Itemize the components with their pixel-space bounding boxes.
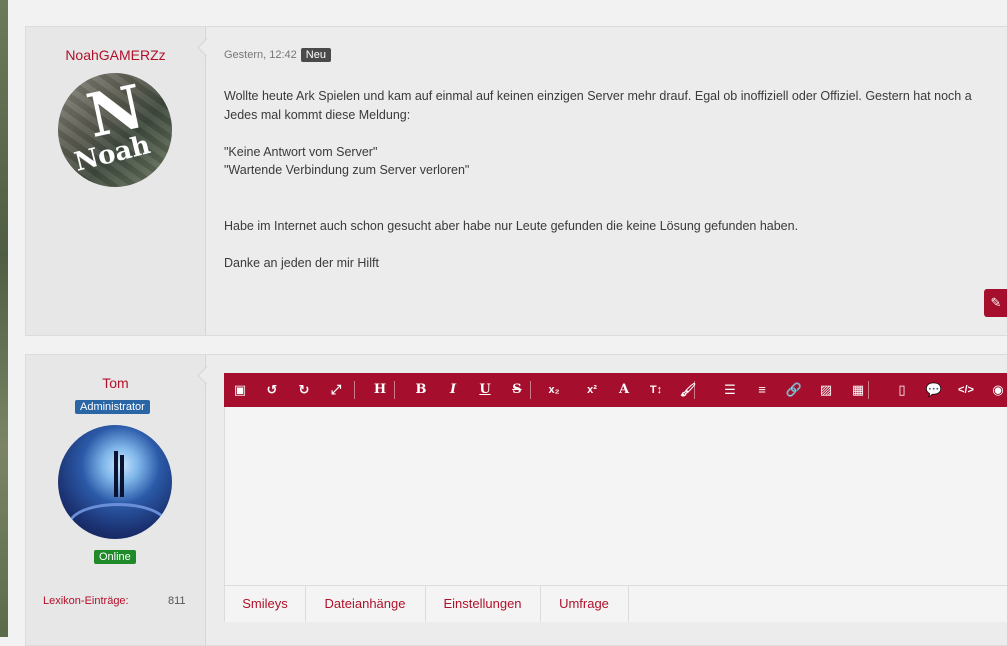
code-icon[interactable]: </> bbox=[952, 373, 980, 407]
post-time[interactable]: Gestern, 12:42 bbox=[224, 49, 297, 61]
toolbar-separator bbox=[354, 381, 355, 399]
align-icon[interactable]: ≡ bbox=[748, 373, 776, 407]
message-line bbox=[224, 235, 1007, 254]
message-line bbox=[224, 198, 1007, 217]
image-icon[interactable]: ▨ bbox=[812, 373, 840, 407]
stat-label: Lexikon-Einträge: bbox=[43, 595, 129, 607]
role-badge: Administrator bbox=[75, 400, 150, 414]
spoiler-icon[interactable]: ◉ bbox=[984, 373, 1007, 407]
tab-dateianhnge[interactable]: Dateianhänge bbox=[305, 586, 426, 622]
heading-icon[interactable]: H bbox=[366, 373, 394, 407]
message-line: "Wartende Verbindung zum Server verloren… bbox=[224, 163, 470, 177]
message-line bbox=[224, 180, 1007, 199]
post-sidebar: Tom Administrator Online Lexikon-Einträg… bbox=[26, 355, 206, 645]
italic-icon[interactable]: I bbox=[439, 373, 467, 407]
superscript-icon[interactable]: x² bbox=[578, 373, 606, 407]
tab-einstellungen[interactable]: Einstellungen bbox=[425, 586, 541, 622]
strikethrough-icon[interactable]: S bbox=[503, 373, 531, 407]
author-avatar[interactable]: N Noah bbox=[58, 73, 172, 187]
author-username[interactable]: Tom bbox=[26, 375, 205, 391]
message-line: Danke an jeden der mir Hilft bbox=[224, 255, 379, 270]
fullscreen-icon[interactable]: ⤢ bbox=[322, 373, 350, 407]
source-icon[interactable]: ▣ bbox=[226, 373, 254, 407]
redo-icon[interactable]: ↻ bbox=[290, 373, 318, 407]
bold-icon[interactable]: B bbox=[407, 373, 435, 407]
post-sidebar: NoahGAMERZz N Noah bbox=[26, 27, 206, 335]
editor-textarea[interactable] bbox=[224, 407, 1007, 586]
brush-icon[interactable]: 🖌 bbox=[674, 373, 702, 407]
post-meta: Gestern, 12:42 Neu bbox=[224, 48, 331, 62]
message-line: Jedes mal kommt diese Meldung: bbox=[224, 107, 411, 122]
font-color-icon[interactable]: A bbox=[610, 373, 638, 407]
editor-tabs: Smileys Dateianhänge Einstellungen Umfrage bbox=[224, 586, 1007, 622]
toolbar-separator bbox=[694, 381, 695, 399]
message-line: Wollte heute Ark Spielen und kam auf ein… bbox=[224, 89, 972, 103]
undo-icon[interactable]: ↺ bbox=[258, 373, 286, 407]
author-avatar[interactable] bbox=[58, 425, 172, 539]
stat-value: 811 bbox=[168, 595, 186, 607]
message-line bbox=[224, 124, 1007, 143]
quote-icon[interactable]: 💬 bbox=[920, 373, 948, 407]
online-badge: Online bbox=[94, 550, 136, 564]
toolbar-separator bbox=[530, 381, 531, 399]
author-username[interactable]: NoahGAMERZz bbox=[26, 47, 205, 63]
post-message: Wollte heute Ark Spielen und kam auf ein… bbox=[224, 87, 1007, 272]
editor-toolbar: ▣ ↺ ↻ ⤢ H B I U Sx₂ x² A T↕ 🖌 ☰ ≡ 🔗 ▨ ▦ ▯ 💬 </> ◉ bbox=[224, 373, 1007, 407]
link-icon[interactable]: 🔗 bbox=[780, 373, 808, 407]
post-noah: NoahGAMERZz N Noah Gestern, 12:42 Neu Wol… bbox=[25, 26, 1007, 336]
tab-smileys[interactable]: Smileys bbox=[225, 586, 306, 622]
new-badge: Neu bbox=[300, 48, 331, 62]
tab-umfrage[interactable]: Umfrage bbox=[540, 586, 629, 622]
message-line: "Keine Antwort vom Server" bbox=[224, 144, 378, 159]
post-reply: Tom Administrator Online Lexikon-Einträg… bbox=[25, 354, 1007, 646]
list-icon[interactable]: ☰ bbox=[716, 373, 744, 407]
underline-icon[interactable]: U bbox=[471, 373, 499, 407]
pencil-icon: ✎ bbox=[990, 295, 1002, 310]
page-icon[interactable]: ▯ bbox=[888, 373, 916, 407]
message-line: Habe im Internet auch schon gesucht aber… bbox=[224, 218, 799, 233]
toolbar-separator bbox=[394, 381, 395, 399]
background-strip bbox=[0, 0, 8, 637]
toolbar-separator bbox=[868, 381, 869, 399]
edit-button[interactable]: ✎ bbox=[984, 289, 1007, 317]
subscript-icon[interactable]: x₂ bbox=[540, 373, 568, 407]
font-size-icon[interactable]: T↕ bbox=[642, 373, 670, 407]
